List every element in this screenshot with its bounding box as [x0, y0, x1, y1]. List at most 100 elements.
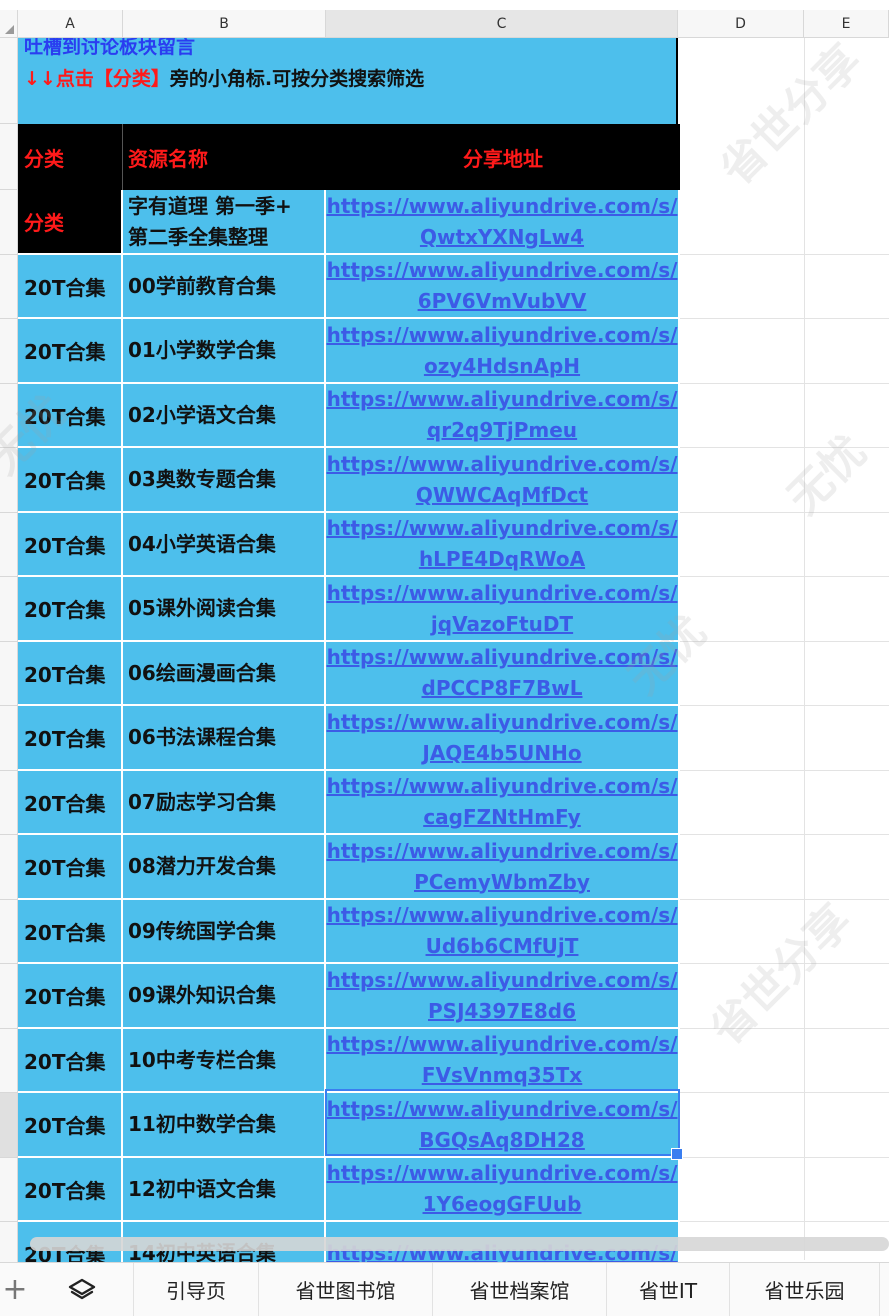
row-header[interactable]: [0, 448, 18, 513]
resource-name-cell[interactable]: 06书法课程合集: [123, 706, 326, 771]
row-header[interactable]: [0, 255, 18, 319]
resource-name-cell[interactable]: 00学前教育合集: [123, 255, 326, 319]
share-link-code[interactable]: PSJ4397E8d6: [428, 996, 576, 1027]
category-cell[interactable]: 20T合集: [18, 1158, 123, 1222]
share-link-code[interactable]: Ud6b6CMfUjT: [426, 931, 579, 962]
resource-name-cell[interactable]: 02小学语文合集: [123, 384, 326, 448]
category-cell[interactable]: 20T合集: [18, 577, 123, 642]
column-header-b[interactable]: B: [123, 10, 326, 38]
share-link-line[interactable]: https://www.aliyundrive.com/s/: [327, 707, 678, 738]
banner-cell[interactable]: 吐槽到讨论板块留言 ↓↓点击【分类】旁的小角标.可按分类搜索筛选: [18, 38, 678, 124]
resource-name-cell[interactable]: 09传统国学合集: [123, 900, 326, 964]
category-cell[interactable]: 20T合集: [18, 642, 123, 706]
resource-name-cell[interactable]: 09课外知识合集: [123, 964, 326, 1029]
share-link-line[interactable]: https://www.aliyundrive.com/s/: [327, 1029, 678, 1060]
share-link-line[interactable]: https://www.aliyundrive.com/s/: [327, 578, 678, 609]
row-header[interactable]: [0, 1029, 18, 1093]
share-link-cell[interactable]: https://www.aliyundrive.com/s/dPCCP8F7Bw…: [326, 642, 680, 706]
share-link-code[interactable]: 1Y6eogGFUub: [423, 1189, 582, 1220]
share-link-code[interactable]: ozy4HdsnApH: [424, 351, 580, 382]
row-header[interactable]: [0, 835, 18, 900]
share-link-line[interactable]: https://www.aliyundrive.com/s/: [327, 449, 678, 480]
header-url[interactable]: 分享地址: [326, 124, 680, 190]
share-link-cell[interactable]: https://www.aliyundrive.com/s/qr2q9TjPme…: [326, 384, 680, 448]
category-cell[interactable]: 20T合集: [18, 835, 123, 900]
share-link-cell[interactable]: https://www.aliyundrive.com/s/FVsVnmq35T…: [326, 1029, 680, 1093]
tab-archive[interactable]: 省世档案馆: [433, 1263, 607, 1316]
category-cell[interactable]: 20T合集: [18, 255, 123, 319]
resource-name-cell[interactable]: 12初中语文合集: [123, 1158, 326, 1222]
category-cell[interactable]: 20T合集: [18, 1093, 123, 1158]
layers-icon[interactable]: [30, 1263, 134, 1316]
resource-name-cell[interactable]: 10中考专栏合集: [123, 1029, 326, 1093]
share-link-cell[interactable]: https://www.aliyundrive.com/s/hLPE4DqRWo…: [326, 513, 680, 577]
share-link-line[interactable]: https://www.aliyundrive.com/s/: [327, 320, 678, 351]
share-link-code[interactable]: jqVazoFtuDT: [431, 609, 573, 640]
share-link-cell[interactable]: https://www.aliyundrive.com/s/ozy4HdsnAp…: [326, 319, 680, 384]
share-link-code[interactable]: qr2q9TjPmeu: [427, 415, 577, 446]
tab-guide[interactable]: 引导页: [134, 1263, 259, 1316]
share-link-code[interactable]: JAQE4b5UNHo: [422, 738, 581, 769]
share-link-line[interactable]: https://www.aliyundrive.com/s/: [327, 836, 678, 867]
category-cell[interactable]: 20T合集: [18, 513, 123, 577]
share-link-cell[interactable]: https://www.aliyundrive.com/s/BGQsAq8DH2…: [326, 1093, 680, 1158]
category-cell[interactable]: 20T合集: [18, 964, 123, 1029]
row-header[interactable]: [0, 124, 18, 190]
share-link-line[interactable]: https://www.aliyundrive.com/s/: [327, 642, 678, 673]
resource-name-cell[interactable]: 05课外阅读合集: [123, 577, 326, 642]
row-header[interactable]: [0, 706, 18, 771]
resource-name-cell[interactable]: 字有道理 第一季+ 第二季全集整理: [123, 190, 326, 255]
share-link-cell[interactable]: https://www.aliyundrive.com/s/JAQE4b5UNH…: [326, 706, 680, 771]
share-link-code[interactable]: hLPE4DqRWoA: [419, 544, 585, 575]
row-header[interactable]: [0, 190, 18, 255]
share-link-cell[interactable]: https://www.aliyundrive.com/s/PSJ4397E8d…: [326, 964, 680, 1029]
plus-icon[interactable]: +: [0, 1263, 30, 1316]
row-header[interactable]: [0, 319, 18, 384]
share-link-cell[interactable]: https://www.aliyundrive.com/s/1Y6eogGFUu…: [326, 1158, 680, 1222]
row-header[interactable]: [0, 642, 18, 706]
share-link-code[interactable]: cagFZNtHmFy: [423, 802, 580, 833]
resource-name-cell[interactable]: 11初中数学合集: [123, 1093, 326, 1158]
share-link-line[interactable]: https://www.aliyundrive.com/s/: [327, 965, 678, 996]
row-header[interactable]: [0, 900, 18, 964]
share-link-line[interactable]: https://www.aliyundrive.com/s/: [327, 384, 678, 415]
share-link-code[interactable]: QWWCAqMfDct: [416, 480, 588, 511]
category-cell[interactable]: 20T合集: [18, 448, 123, 513]
share-link-line[interactable]: https://www.aliyundrive.com/s/: [327, 1158, 678, 1189]
share-link-code[interactable]: PCemyWbmZby: [414, 867, 590, 898]
category-cell[interactable]: 20T合集: [18, 771, 123, 835]
share-link-cell[interactable]: https://www.aliyundrive.com/s/Ud6b6CMfUj…: [326, 900, 680, 964]
share-link-code[interactable]: BGQsAq8DH28: [419, 1125, 584, 1156]
tab-library[interactable]: 省世图书馆: [259, 1263, 433, 1316]
share-link-code[interactable]: dPCCP8F7BwL: [422, 673, 583, 704]
share-link-code[interactable]: QwtxYXNgLw4: [420, 222, 584, 253]
resource-name-cell[interactable]: 07励志学习合集: [123, 771, 326, 835]
tab-park[interactable]: 省世乐园: [730, 1263, 880, 1316]
resource-name-cell[interactable]: 04小学英语合集: [123, 513, 326, 577]
horizontal-scrollbar[interactable]: [30, 1237, 889, 1251]
share-link-cell[interactable]: https://www.aliyundrive.com/s/jqVazoFtuD…: [326, 577, 680, 642]
category-cell[interactable]: 20T合集: [18, 706, 123, 771]
header-name[interactable]: 资源名称: [123, 124, 326, 190]
tab-it[interactable]: 省世IT: [607, 1263, 730, 1316]
row-header[interactable]: [0, 577, 18, 642]
share-link-line[interactable]: https://www.aliyundrive.com/s/: [327, 513, 678, 544]
row-header[interactable]: [0, 384, 18, 448]
resource-name-cell[interactable]: 06绘画漫画合集: [123, 642, 326, 706]
resource-name-cell[interactable]: 03奥数专题合集: [123, 448, 326, 513]
fill-handle[interactable]: [671, 1148, 683, 1160]
share-link-code[interactable]: FVsVnmq35Tx: [422, 1060, 582, 1091]
row-header[interactable]: [0, 964, 18, 1029]
share-link-cell[interactable]: https://www.aliyundrive.com/s/PCemyWbmZb…: [326, 835, 680, 900]
column-header-d[interactable]: D: [678, 10, 804, 38]
column-header-a[interactable]: A: [18, 10, 123, 38]
category-cell[interactable]: 20T合集: [18, 900, 123, 964]
share-link-line[interactable]: https://www.aliyundrive.com/s/: [327, 255, 678, 286]
share-link-cell[interactable]: https://www.aliyundrive.com/s/6PV6VmVubV…: [326, 255, 680, 319]
share-link-line[interactable]: https://www.aliyundrive.com/s/: [327, 1094, 678, 1125]
row-header[interactable]: [0, 38, 18, 124]
category-cell[interactable]: 分类: [18, 190, 123, 255]
share-link-line[interactable]: https://www.aliyundrive.com/s/: [327, 900, 678, 931]
row-header[interactable]: [0, 513, 18, 577]
column-header-c[interactable]: C: [326, 10, 678, 38]
